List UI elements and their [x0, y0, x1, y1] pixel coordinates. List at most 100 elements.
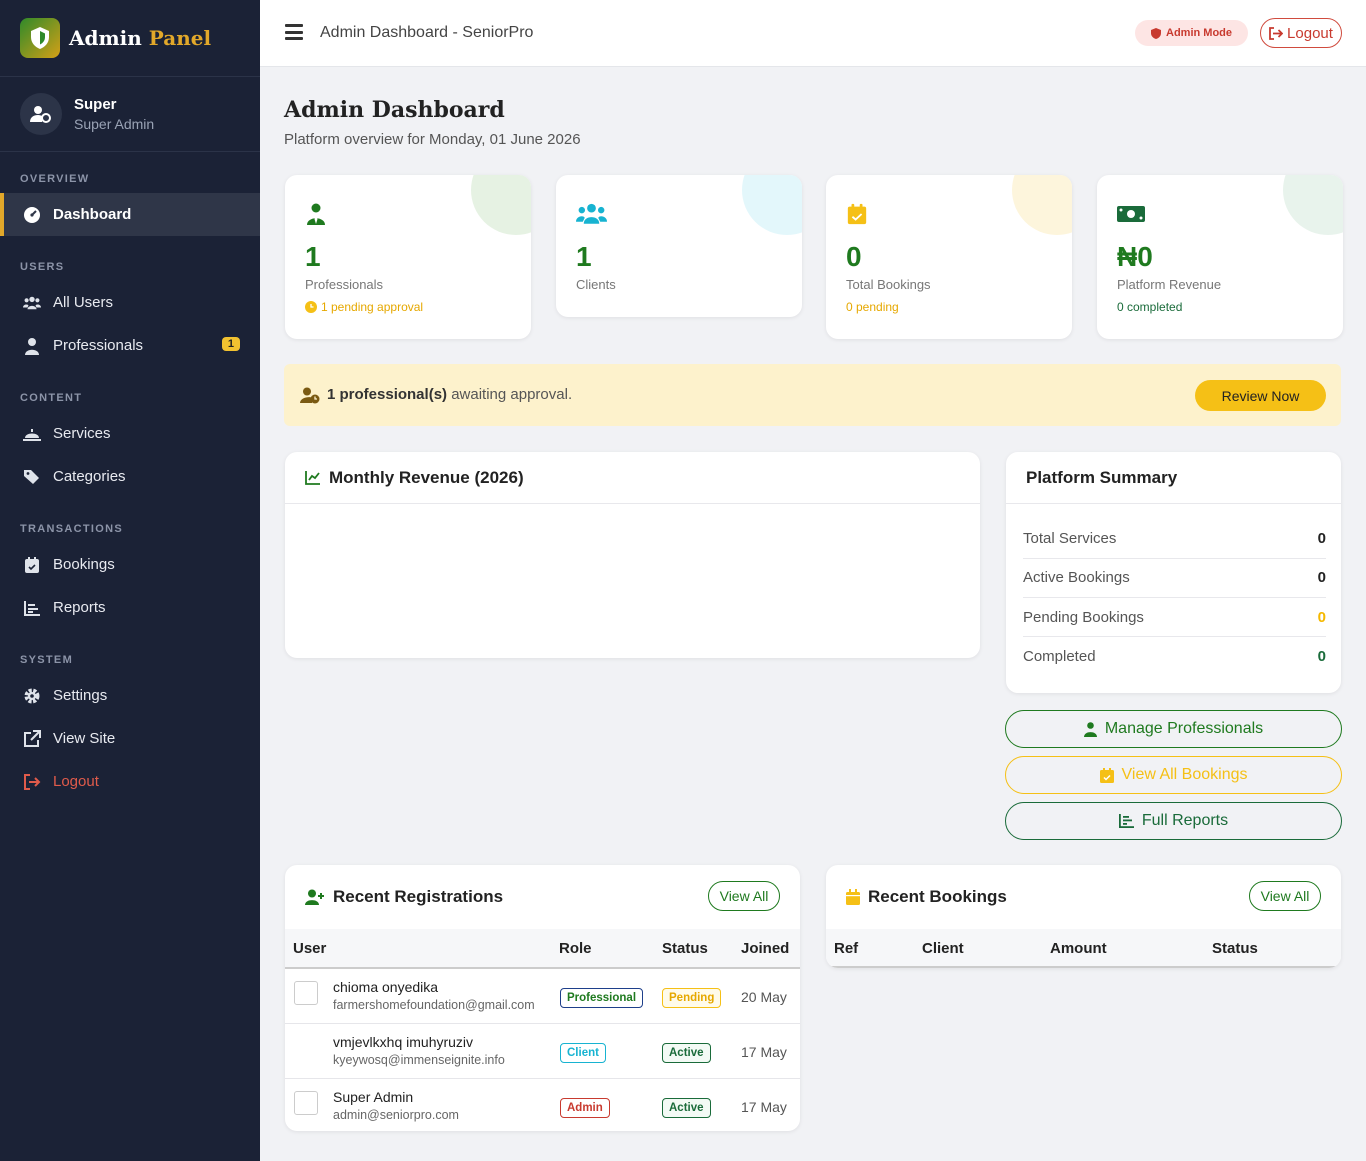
- sidebar-item-label: Reports: [53, 599, 106, 616]
- summary-row-active-bookings: Active Bookings 0: [1023, 569, 1326, 586]
- pending-count-badge: 1: [221, 337, 240, 351]
- button-label: View All Bookings: [1121, 766, 1248, 783]
- sidebar-item-label: Dashboard: [53, 206, 132, 223]
- review-now-button[interactable]: Review Now: [1195, 380, 1326, 411]
- clock-icon: [305, 301, 317, 313]
- bookings-view-all-button[interactable]: View All: [1249, 881, 1321, 911]
- summary-row-pending-bookings: Pending Bookings 0: [1023, 609, 1326, 626]
- summary-label: Total Services: [1023, 530, 1117, 547]
- pending-approval-alert: 1 professional(s) awaiting approval. Rev…: [284, 364, 1341, 426]
- user-name: vmjevlkxhq imuhyruziv: [333, 1034, 474, 1050]
- user-email: kyeywosq@immenseignite.info: [333, 1053, 505, 1067]
- stat-card-professionals[interactable]: 1 Professionals 1 pending approval: [285, 175, 531, 339]
- user-role: Super Admin: [74, 116, 155, 132]
- column-header-amount[interactable]: Amount: [1050, 940, 1107, 957]
- calendar-icon: [846, 889, 860, 905]
- panel-header: Platform Summary: [1006, 452, 1341, 504]
- hamburger-menu-icon[interactable]: [285, 24, 303, 40]
- calendar-check-icon: [1099, 767, 1114, 783]
- summary-row-total-services: Total Services 0: [1023, 530, 1326, 547]
- joined-date: 17 May: [741, 1044, 787, 1060]
- user-name: Super: [74, 96, 117, 113]
- sidebar-item-label: Categories: [53, 468, 126, 485]
- page-subtitle: Platform overview for Monday, 01 June 20…: [284, 131, 581, 148]
- table-row[interactable]: vmjevlkxhq imuhyruziv kyeywosq@immenseig…: [285, 1024, 800, 1079]
- summary-row-completed: Completed 0: [1023, 648, 1326, 665]
- full-reports-button[interactable]: Full Reports: [1005, 802, 1342, 840]
- table-header: User Role Status Joined: [285, 929, 800, 969]
- monthly-revenue-panel: Monthly Revenue (2026): [285, 452, 980, 658]
- card-decoration: [742, 175, 802, 235]
- status-badge: Active: [662, 1098, 711, 1118]
- panel-title: Recent Bookings: [868, 887, 1007, 906]
- table-header: Ref Client Amount Status: [826, 929, 1341, 968]
- users-icon: [576, 203, 607, 224]
- nav-section-users: USERS: [20, 261, 65, 273]
- stat-value: 1: [576, 241, 592, 272]
- shield-logo-icon: [20, 18, 60, 58]
- summary-label: Pending Bookings: [1023, 609, 1144, 626]
- column-header-status[interactable]: Status: [662, 940, 708, 957]
- topbar: Admin Dashboard - SeniorPro Admin Mode L…: [260, 0, 1366, 67]
- column-header-client[interactable]: Client: [922, 940, 964, 957]
- admin-mode-label: Admin Mode: [1166, 27, 1232, 39]
- page-title: Admin Dashboard: [284, 97, 505, 123]
- divider: [1023, 636, 1326, 637]
- manage-professionals-button[interactable]: Manage Professionals: [1005, 710, 1342, 748]
- stat-label: Platform Revenue: [1117, 277, 1222, 292]
- brand[interactable]: Admin Panel: [0, 0, 260, 77]
- summary-label: Completed: [1023, 648, 1096, 665]
- stat-card-clients[interactable]: 1 Clients: [556, 175, 802, 317]
- sidebar-item-settings[interactable]: Settings: [0, 674, 260, 717]
- user-tie-icon: [1083, 721, 1097, 737]
- status-badge: Pending: [662, 988, 722, 1008]
- chart-bar-icon: [1118, 814, 1134, 828]
- user-tie-icon: [25, 337, 39, 355]
- sidebar-item-label: View Site: [53, 730, 116, 747]
- topbar-logout-button[interactable]: Logout: [1260, 18, 1342, 48]
- view-all-bookings-button[interactable]: View All Bookings: [1005, 756, 1342, 794]
- column-header-user[interactable]: User: [293, 940, 326, 957]
- user-plus-icon: [305, 889, 324, 905]
- table-row[interactable]: Super Admin admin@seniorpro.com Admin Ac…: [285, 1079, 800, 1131]
- user-avatar-image: [294, 981, 318, 1005]
- sidebar-item-all-users[interactable]: All Users: [0, 281, 260, 324]
- money-bill-icon: [1117, 206, 1145, 222]
- sign-out-icon: [24, 773, 41, 790]
- stat-card-revenue[interactable]: ₦0 Platform Revenue 0 completed: [1097, 175, 1343, 339]
- gear-icon: [24, 688, 40, 703]
- table-row[interactable]: chioma onyedika farmershomefoundation@gm…: [285, 969, 800, 1024]
- card-decoration: [1283, 175, 1343, 235]
- external-link-icon: [24, 729, 41, 747]
- revenue-chart-area: [285, 504, 980, 658]
- concierge-bell-icon: [23, 428, 41, 441]
- sidebar-item-reports[interactable]: Reports: [0, 586, 260, 629]
- column-header-joined[interactable]: Joined: [741, 940, 789, 957]
- calendar-check-icon: [25, 556, 39, 573]
- brand-word-panel: Panel: [148, 26, 212, 50]
- divider: [1023, 558, 1326, 559]
- sidebar-item-bookings[interactable]: Bookings: [0, 543, 260, 586]
- sidebar-item-categories[interactable]: Categories: [0, 455, 260, 498]
- topbar-title: Admin Dashboard - SeniorPro: [320, 24, 534, 41]
- platform-summary-panel: Platform Summary Total Services 0 Active …: [1006, 452, 1341, 693]
- nav-section-system: SYSTEM: [20, 654, 74, 666]
- stat-note: 1 pending approval: [305, 300, 423, 314]
- user-block: Super Super Admin: [0, 77, 260, 152]
- column-header-ref[interactable]: Ref: [834, 940, 858, 957]
- sign-out-icon: [1269, 26, 1284, 40]
- brand-word-admin: Admin: [69, 26, 142, 50]
- stat-card-bookings[interactable]: 0 Total Bookings 0 pending: [826, 175, 1072, 339]
- panel-header: Monthly Revenue (2026): [285, 452, 980, 504]
- sidebar-item-logout[interactable]: Logout: [0, 760, 260, 803]
- sidebar-item-dashboard[interactable]: Dashboard: [0, 193, 260, 236]
- alert-text: awaiting approval.: [447, 386, 573, 403]
- column-header-role[interactable]: Role: [559, 940, 592, 957]
- sidebar-item-services[interactable]: Services: [0, 412, 260, 455]
- nav-section-transactions: TRANSACTIONS: [20, 523, 123, 535]
- sidebar-item-view-site[interactable]: View Site: [0, 717, 260, 760]
- sidebar-item-professionals[interactable]: Professionals 1: [0, 324, 260, 367]
- user-email: admin@seniorpro.com: [333, 1108, 459, 1122]
- registrations-view-all-button[interactable]: View All: [708, 881, 780, 911]
- column-header-status[interactable]: Status: [1212, 940, 1258, 957]
